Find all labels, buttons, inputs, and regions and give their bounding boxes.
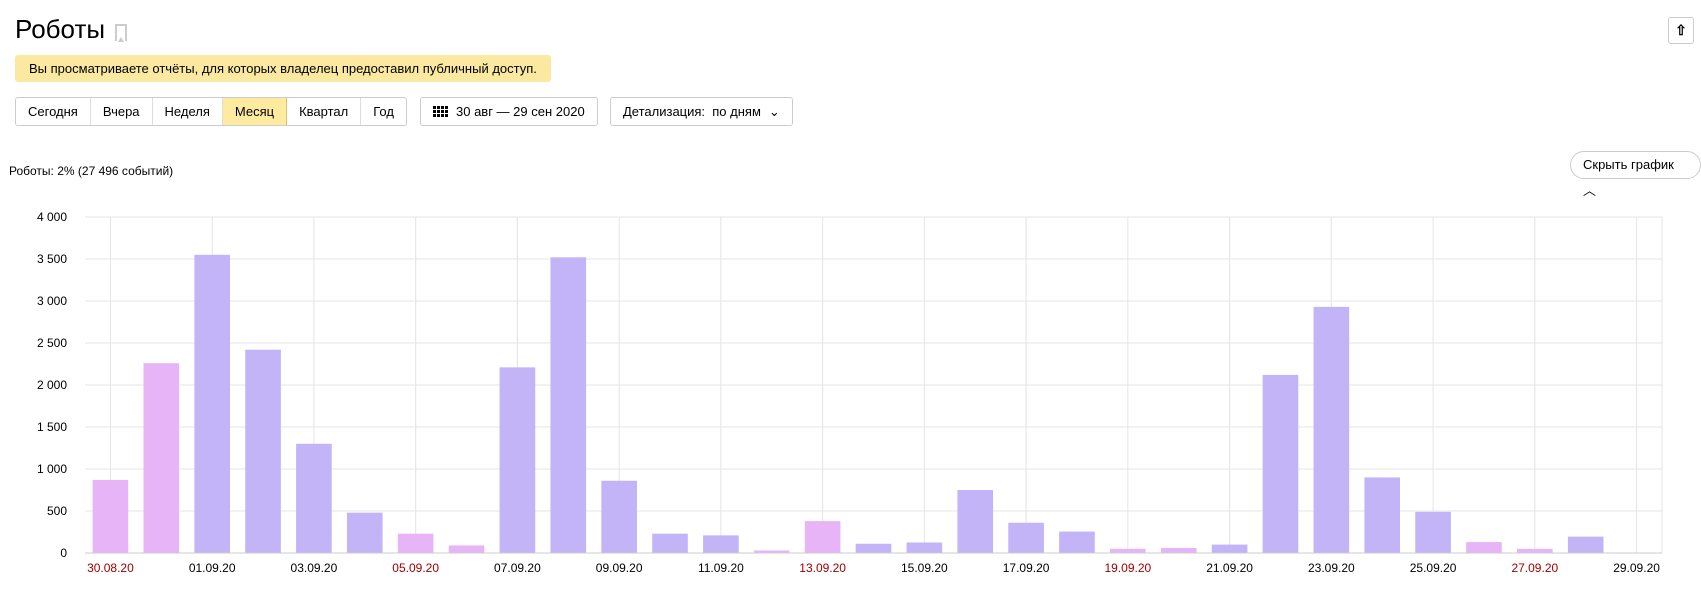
x-tick-label: 19.09.20	[1104, 561, 1151, 575]
x-tick-label: 29.09.20	[1613, 561, 1660, 575]
bar	[550, 257, 587, 553]
bar	[346, 512, 383, 553]
bar	[499, 367, 536, 553]
bar	[397, 533, 434, 553]
bar	[92, 479, 129, 553]
y-tick-label: 4 000	[37, 210, 67, 224]
bar	[855, 543, 892, 553]
x-tick-label: 15.09.20	[901, 561, 948, 575]
bar	[804, 521, 841, 553]
x-tick-label: 30.08.20	[87, 561, 134, 575]
bar	[1466, 542, 1502, 553]
x-tick-label: 11.09.20	[698, 561, 744, 575]
y-tick-label: 1 000	[37, 462, 67, 476]
bar-chart: 0 500 1 000 1 500 2 000 2 500 3 000 3 500 4 000 3…	[37, 210, 1663, 575]
x-tick-label: 07.09.20	[494, 561, 541, 575]
bar	[448, 545, 485, 553]
bar	[1415, 511, 1451, 553]
x-tick-label: 17.09.20	[1003, 561, 1050, 575]
y-tick-label: 3 500	[37, 252, 67, 266]
y-tick-label: 2 000	[37, 378, 67, 392]
bar	[1313, 306, 1350, 553]
bar	[1110, 548, 1146, 553]
x-tick-label: 25.09.20	[1410, 561, 1457, 575]
bar	[296, 443, 332, 553]
bar	[143, 363, 180, 553]
x-tick-label: 01.09.20	[189, 561, 236, 575]
y-tick-label: 2 500	[37, 336, 67, 350]
bar	[906, 542, 943, 553]
x-tick-label: 13.09.20	[799, 561, 846, 575]
bar	[1364, 477, 1401, 553]
bar	[1008, 522, 1044, 553]
x-tick-label: 23.09.20	[1308, 561, 1355, 575]
bar	[194, 254, 230, 554]
x-tick-label: 27.09.20	[1511, 561, 1558, 575]
bar	[1211, 544, 1248, 553]
bar	[1517, 548, 1553, 553]
bar	[1567, 536, 1604, 553]
bar	[652, 533, 688, 553]
bar	[957, 490, 994, 553]
x-tick-label: 21.09.20	[1206, 561, 1253, 575]
bar	[703, 535, 739, 553]
y-tick-label: 500	[47, 504, 67, 518]
bar	[601, 480, 637, 553]
y-tick-label: 3 000	[37, 294, 67, 308]
bar	[1059, 531, 1095, 553]
x-tick-label: 03.09.20	[291, 561, 338, 575]
bar	[1262, 374, 1299, 553]
y-tick-label: 1 500	[37, 420, 67, 434]
x-tick-label: 05.09.20	[392, 561, 439, 575]
y-tick-label: 0	[60, 546, 67, 560]
bar	[1160, 547, 1197, 553]
bar	[245, 349, 281, 553]
x-tick-label: 09.09.20	[596, 561, 643, 575]
